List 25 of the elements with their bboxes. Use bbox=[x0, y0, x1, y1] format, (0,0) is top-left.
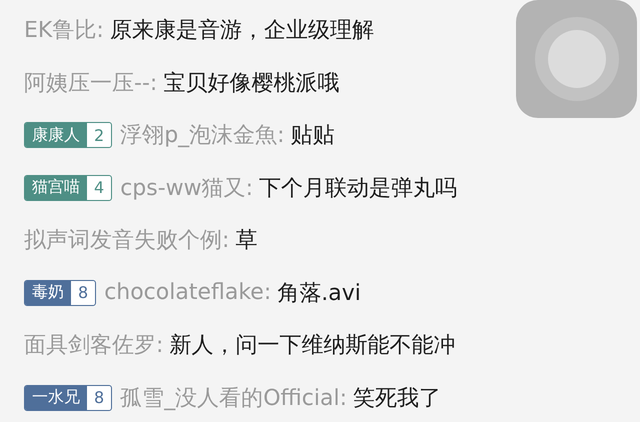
medal-level: 8 bbox=[77, 282, 90, 304]
username[interactable]: cps-ww猫又: bbox=[120, 172, 254, 203]
chat-message: 原来康是音游，企业级理解 bbox=[110, 17, 374, 46]
chat-message: 新人，问一下维纳斯能不能冲 bbox=[169, 332, 456, 360]
username[interactable]: chocolateflake: bbox=[104, 280, 272, 306]
username[interactable]: 面具剑客佐罗: bbox=[24, 330, 164, 360]
chat-message: 笑死我了 bbox=[353, 384, 441, 413]
medal-label: 猫宫喵 bbox=[25, 176, 87, 200]
username[interactable]: 拟声词发音失败个例: bbox=[24, 225, 230, 256]
medal-level: 2 bbox=[93, 124, 106, 147]
medal-label: 康康人 bbox=[25, 123, 87, 148]
chat-message: 草 bbox=[235, 227, 258, 256]
username[interactable]: 孤雪_没人看的Official: bbox=[120, 382, 347, 413]
medal-label: 一水兄 bbox=[25, 386, 87, 410]
username[interactable]: EK鲁比: bbox=[24, 15, 104, 46]
medal-label: 毒奶 bbox=[25, 280, 71, 305]
chat-message: 宝贝好像樱桃派哦 bbox=[163, 70, 340, 98]
assistive-touch-button[interactable] bbox=[516, 0, 637, 118]
medal-level: 4 bbox=[93, 177, 106, 200]
chat-message: 角落.avi bbox=[277, 280, 361, 308]
username[interactable]: 阿姨压一压--: bbox=[24, 68, 158, 98]
medal-level: 8 bbox=[93, 387, 106, 410]
chat-message: 贴贴 bbox=[290, 122, 335, 150]
username[interactable]: 浮翎p_泡沫金魚: bbox=[120, 120, 285, 150]
chat-message: 下个月联动是弹丸吗 bbox=[259, 174, 458, 203]
